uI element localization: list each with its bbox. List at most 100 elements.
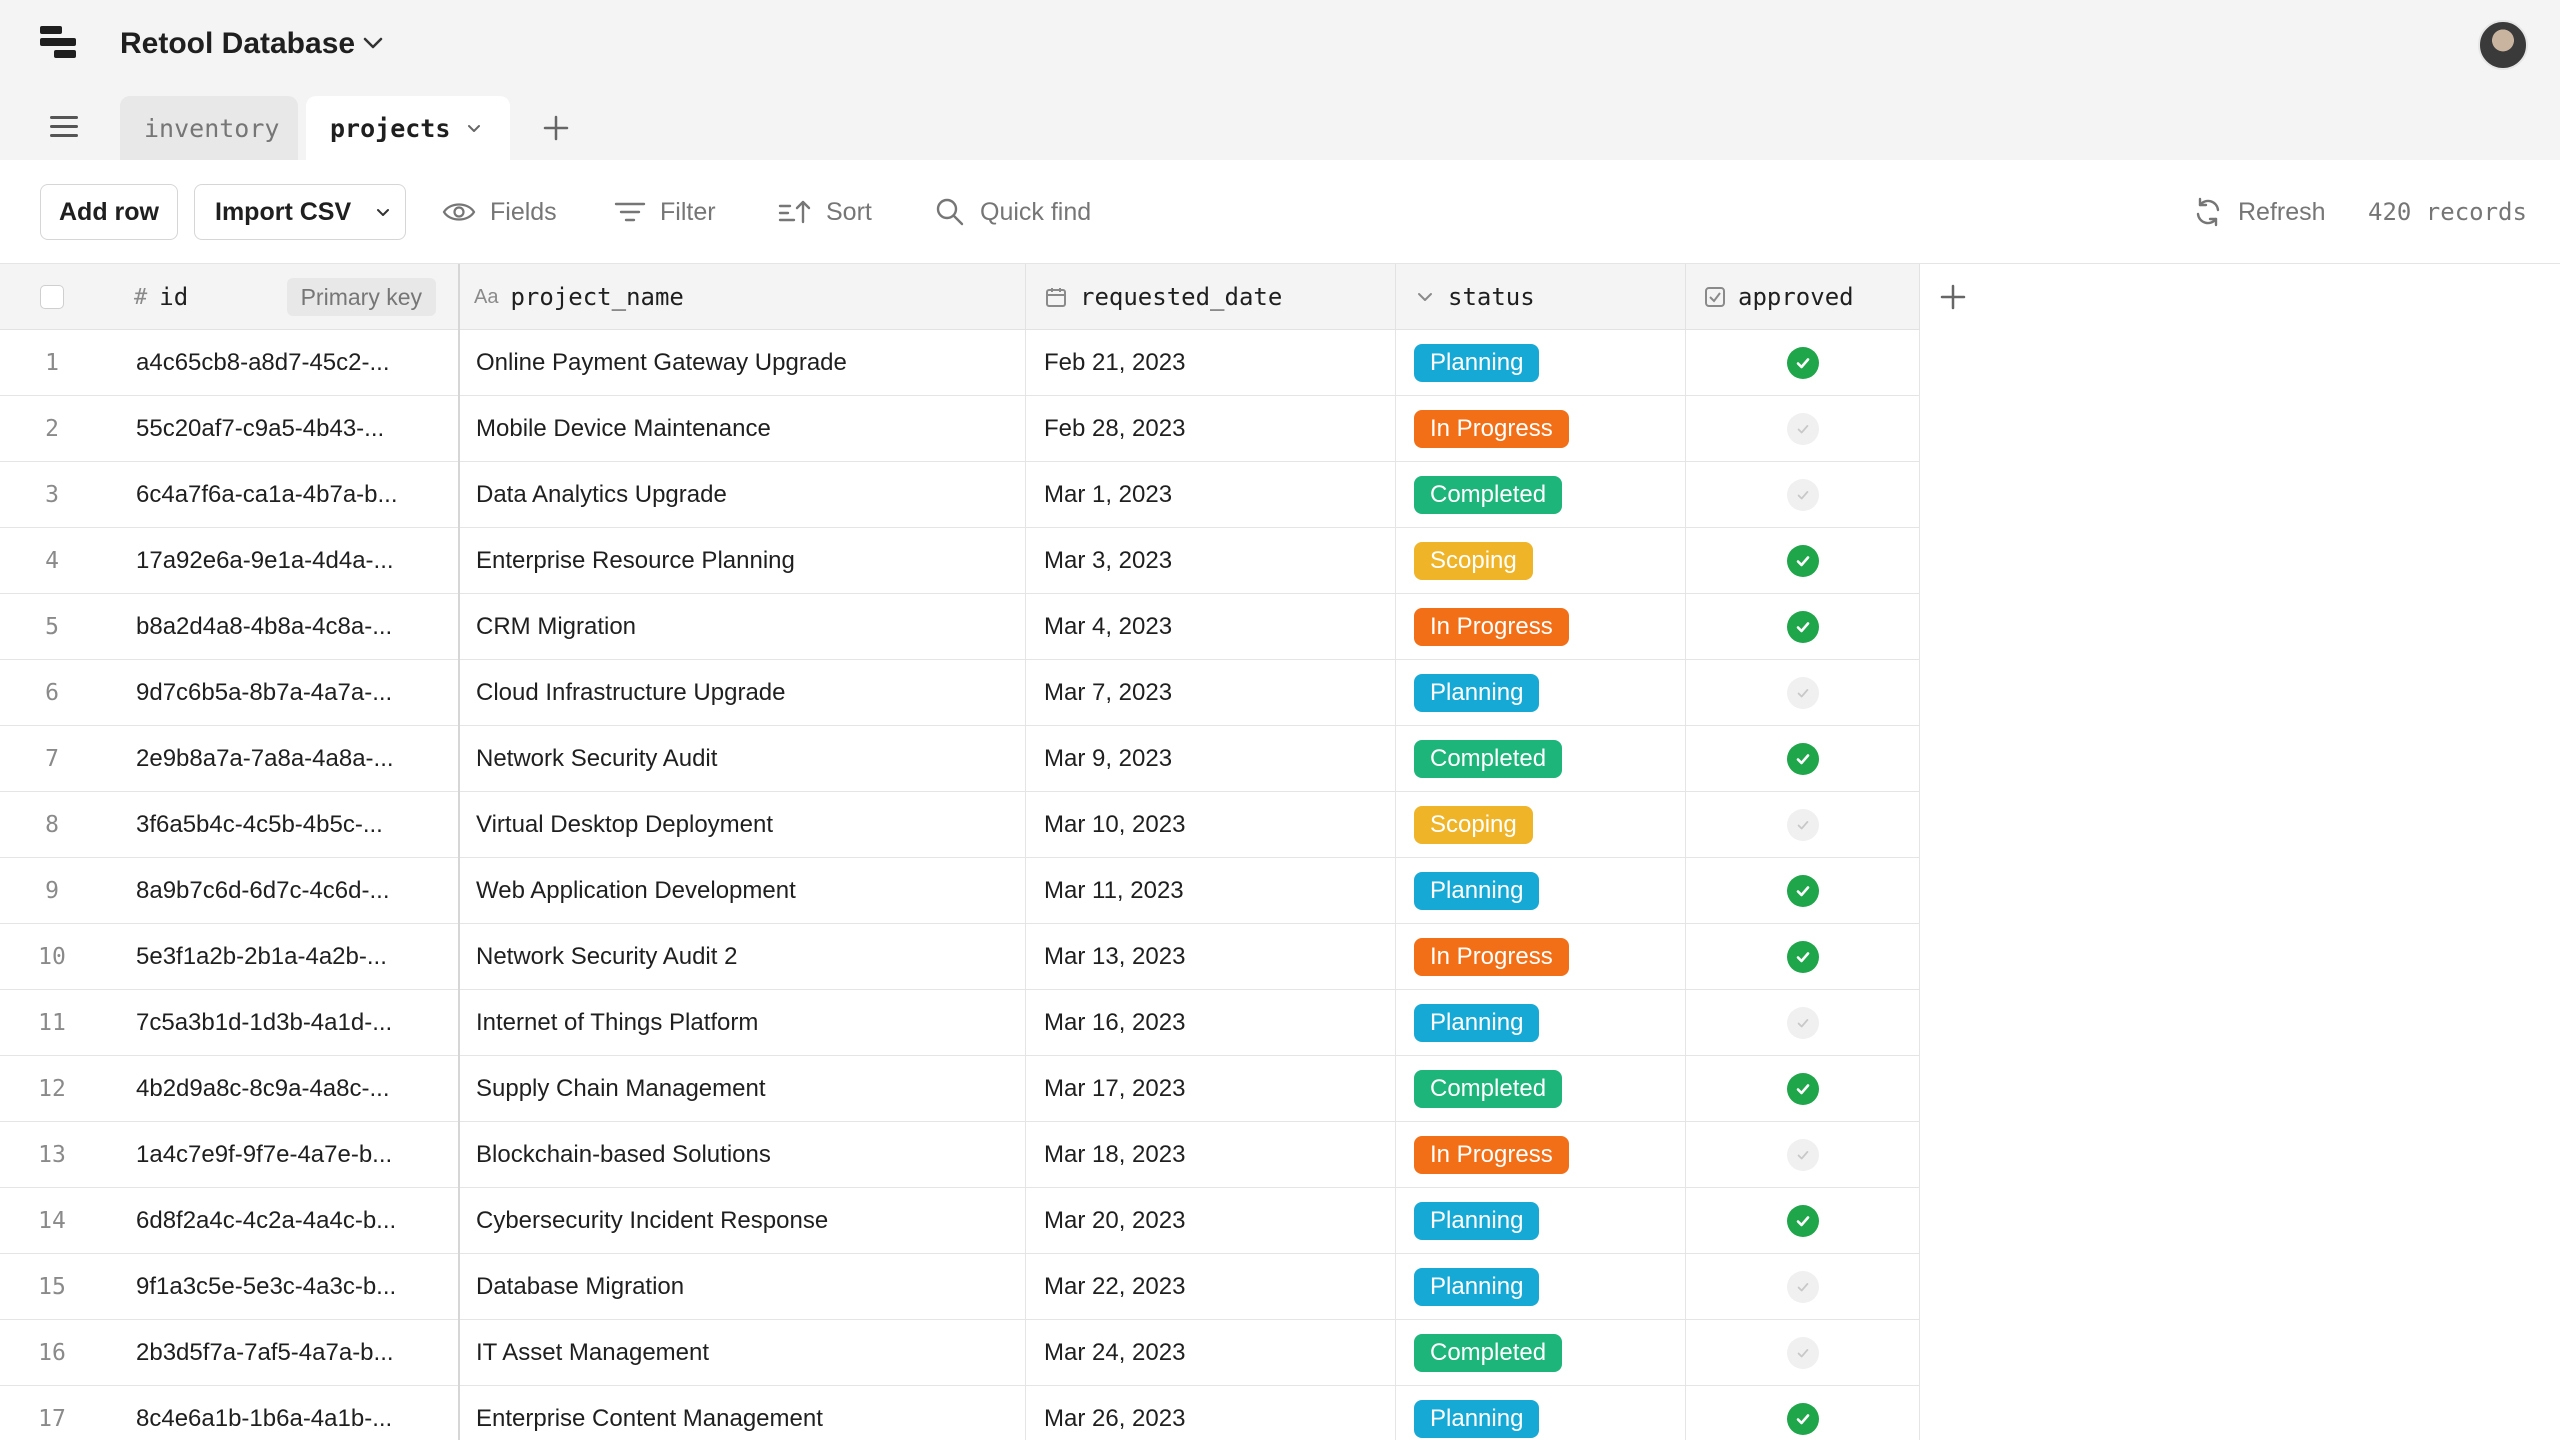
cell-id[interactable]: 6d8f2a4c-4c2a-4a4c-b... [104, 1188, 460, 1254]
cell-project-name[interactable]: Data Analytics Upgrade [460, 462, 1026, 528]
cell-approved[interactable] [1686, 330, 1920, 396]
cell-approved[interactable] [1686, 1254, 1920, 1320]
cell-status[interactable]: In Progress [1396, 924, 1686, 990]
cell-status[interactable]: Planning [1396, 1188, 1686, 1254]
cell-status[interactable]: Scoping [1396, 528, 1686, 594]
cell-id[interactable]: b8a2d4a8-4b8a-4c8a-... [104, 594, 460, 660]
table-row[interactable]: 4 17a92e6a-9e1a-4d4a-... Enterprise Resour… [0, 528, 1920, 594]
cell-status[interactable]: Planning [1396, 330, 1686, 396]
cell-id[interactable]: 55c20af7-c9a5-4b43-... [104, 396, 460, 462]
cell-requested-date[interactable]: Feb 21, 2023 [1026, 330, 1396, 396]
cell-id[interactable]: 9d7c6b5a-8b7a-4a7a-... [104, 660, 460, 726]
column-header-status[interactable]: status [1396, 264, 1686, 330]
column-header-approved[interactable]: approved [1686, 264, 1920, 330]
cell-project-name[interactable]: IT Asset Management [460, 1320, 1026, 1386]
cell-requested-date[interactable]: Mar 24, 2023 [1026, 1320, 1396, 1386]
cell-requested-date[interactable]: Mar 20, 2023 [1026, 1188, 1396, 1254]
cell-status[interactable]: Planning [1396, 1386, 1686, 1440]
user-avatar[interactable] [2478, 20, 2528, 70]
cell-requested-date[interactable]: Mar 17, 2023 [1026, 1056, 1396, 1122]
cell-status[interactable]: Planning [1396, 858, 1686, 924]
cell-status[interactable]: Planning [1396, 1254, 1686, 1320]
cell-status[interactable]: In Progress [1396, 594, 1686, 660]
cell-requested-date[interactable]: Mar 4, 2023 [1026, 594, 1396, 660]
tab-inventory[interactable]: inventory [120, 96, 298, 160]
cell-approved[interactable] [1686, 1056, 1920, 1122]
cell-status[interactable]: Completed [1396, 462, 1686, 528]
cell-status[interactable]: In Progress [1396, 1122, 1686, 1188]
cell-project-name[interactable]: Supply Chain Management [460, 1056, 1026, 1122]
table-row[interactable]: 7 2e9b8a7a-7a8a-4a8a-... Network Security … [0, 726, 1920, 792]
cell-status[interactable]: Scoping [1396, 792, 1686, 858]
cell-requested-date[interactable]: Mar 9, 2023 [1026, 726, 1396, 792]
cell-project-name[interactable]: Mobile Device Maintenance [460, 396, 1026, 462]
cell-project-name[interactable]: Network Security Audit 2 [460, 924, 1026, 990]
cell-approved[interactable] [1686, 1386, 1920, 1440]
add-row-button[interactable]: Add row [40, 184, 178, 240]
cell-project-name[interactable]: Internet of Things Platform [460, 990, 1026, 1056]
cell-id[interactable]: 5e3f1a2b-2b1a-4a2b-... [104, 924, 460, 990]
cell-approved[interactable] [1686, 528, 1920, 594]
cell-status[interactable]: Planning [1396, 990, 1686, 1056]
cell-requested-date[interactable]: Mar 26, 2023 [1026, 1386, 1396, 1440]
cell-requested-date[interactable]: Mar 18, 2023 [1026, 1122, 1396, 1188]
cell-id[interactable]: 8a9b7c6d-6d7c-4c6d-... [104, 858, 460, 924]
cell-project-name[interactable]: Web Application Development [460, 858, 1026, 924]
cell-project-name[interactable]: Online Payment Gateway Upgrade [460, 330, 1026, 396]
table-row[interactable]: 6 9d7c6b5a-8b7a-4a7a-... Cloud Infrastruct… [0, 660, 1920, 726]
tab-projects[interactable]: projects [306, 96, 510, 160]
cell-status[interactable]: Completed [1396, 1320, 1686, 1386]
table-row[interactable]: 16 2b3d5f7a-7af5-4a7a-b... IT Asset Manage… [0, 1320, 1920, 1386]
select-all-checkbox[interactable] [40, 285, 64, 309]
table-row[interactable]: 15 9f1a3c5e-5e3c-4a3c-b... Database Migrat… [0, 1254, 1920, 1320]
cell-requested-date[interactable]: Mar 16, 2023 [1026, 990, 1396, 1056]
cell-project-name[interactable]: Cybersecurity Incident Response [460, 1188, 1026, 1254]
table-row[interactable]: 1 a4c65cb8-a8d7-45c2-... Online Payment Ga… [0, 330, 1920, 396]
table-row[interactable]: 12 4b2d9a8c-8c9a-4a8c-... Supply Chain Man… [0, 1056, 1920, 1122]
cell-requested-date[interactable]: Mar 7, 2023 [1026, 660, 1396, 726]
retool-logo-icon[interactable] [40, 26, 78, 62]
filter-button[interactable]: Filter [614, 184, 716, 240]
add-tab-icon[interactable] [540, 112, 572, 144]
cell-project-name[interactable]: Enterprise Content Management [460, 1386, 1026, 1440]
cell-approved[interactable] [1686, 660, 1920, 726]
cell-id[interactable]: 8c4e6a1b-1b6a-4a1b-... [104, 1386, 460, 1440]
cell-approved[interactable] [1686, 858, 1920, 924]
cell-requested-date[interactable]: Mar 10, 2023 [1026, 792, 1396, 858]
cell-status[interactable]: In Progress [1396, 396, 1686, 462]
cell-project-name[interactable]: Database Migration [460, 1254, 1026, 1320]
cell-id[interactable]: 9f1a3c5e-5e3c-4a3c-b... [104, 1254, 460, 1320]
column-header-requested-date[interactable]: requested_date [1026, 264, 1396, 330]
table-row[interactable]: 5 b8a2d4a8-4b8a-4c8a-... CRM Migration Mar … [0, 594, 1920, 660]
cell-approved[interactable] [1686, 726, 1920, 792]
table-row[interactable]: 3 6c4a7f6a-ca1a-4b7a-b... Data Analytics U… [0, 462, 1920, 528]
refresh-button[interactable]: Refresh [2192, 184, 2326, 240]
table-row[interactable]: 11 7c5a3b1d-1d3b-4a1d-... Internet of Thin… [0, 990, 1920, 1056]
table-row[interactable]: 8 3f6a5b4c-4c5b-4b5c-... Virtual Desktop D… [0, 792, 1920, 858]
cell-approved[interactable] [1686, 1122, 1920, 1188]
table-row[interactable]: 17 8c4e6a1b-1b6a-4a1b-... Enterprise Conte… [0, 1386, 1920, 1440]
cell-id[interactable]: 4b2d9a8c-8c9a-4a8c-... [104, 1056, 460, 1122]
cell-project-name[interactable]: Enterprise Resource Planning [460, 528, 1026, 594]
cell-project-name[interactable]: CRM Migration [460, 594, 1026, 660]
cell-approved[interactable] [1686, 924, 1920, 990]
cell-project-name[interactable]: Network Security Audit [460, 726, 1026, 792]
cell-id[interactable]: a4c65cb8-a8d7-45c2-... [104, 330, 460, 396]
cell-id[interactable]: 2b3d5f7a-7af5-4a7a-b... [104, 1320, 460, 1386]
cell-requested-date[interactable]: Mar 11, 2023 [1026, 858, 1396, 924]
cell-status[interactable]: Planning [1396, 660, 1686, 726]
cell-id[interactable]: 3f6a5b4c-4c5b-4b5c-... [104, 792, 460, 858]
cell-id[interactable]: 1a4c7e9f-9f7e-4a7e-b... [104, 1122, 460, 1188]
chevron-down-icon[interactable] [464, 118, 484, 138]
sort-button[interactable]: Sort [778, 184, 872, 240]
column-header-project-name[interactable]: Aa project_name [460, 264, 1026, 330]
quick-find-input[interactable]: Quick find [934, 184, 1091, 240]
app-title[interactable]: Retool Database [120, 26, 355, 62]
table-row[interactable]: 10 5e3f1a2b-2b1a-4a2b-... Network Security… [0, 924, 1920, 990]
cell-approved[interactable] [1686, 792, 1920, 858]
cell-requested-date[interactable]: Mar 22, 2023 [1026, 1254, 1396, 1320]
cell-requested-date[interactable]: Mar 3, 2023 [1026, 528, 1396, 594]
cell-approved[interactable] [1686, 396, 1920, 462]
cell-approved[interactable] [1686, 1188, 1920, 1254]
add-column-icon[interactable] [1938, 282, 1968, 312]
